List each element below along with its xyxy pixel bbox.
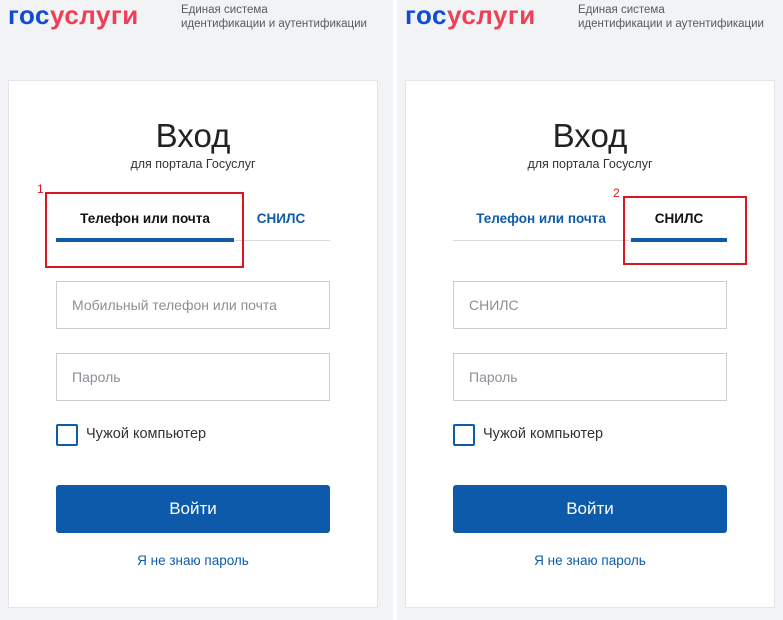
password-input[interactable] — [56, 353, 330, 401]
phone-or-email-input[interactable] — [56, 281, 330, 329]
foreign-computer-checkbox[interactable] — [453, 424, 475, 446]
annotation-highlight-box-2 — [623, 196, 747, 265]
esia-tagline: Единая система идентификации и аутентифи… — [578, 3, 764, 31]
esia-tagline: Единая система идентификации и аутентифи… — [181, 3, 367, 31]
annotation-number-2: 2 — [613, 186, 620, 200]
foreign-computer-label[interactable]: Чужой компьютер — [483, 425, 603, 443]
foreign-computer-label[interactable]: Чужой компьютер — [86, 425, 206, 443]
gosuslugi-logo[interactable]: госуслуги — [8, 0, 139, 30]
page-title: Вход — [552, 117, 628, 154]
tagline-line-1: Единая система — [578, 4, 665, 16]
page-subtitle: для портала Госуслуг — [527, 157, 653, 171]
tagline-line-2: идентификации и аутентификации — [578, 18, 764, 30]
snils-input[interactable] — [453, 281, 727, 329]
tagline-line-2: идентификации и аутентификации — [181, 18, 367, 30]
logo-part-gos: гос — [405, 0, 447, 30]
login-panel-phone-email: госуслуги Единая система идентификации и… — [0, 0, 393, 620]
login-panel-snils: госуслуги Единая система идентификации и… — [397, 0, 783, 620]
logo-part-uslugi: услуги — [447, 0, 536, 30]
forgot-password-link[interactable]: Я не знаю пароль — [9, 553, 377, 569]
foreign-computer-checkbox[interactable] — [56, 424, 78, 446]
annotation-number-1: 1 — [37, 182, 44, 196]
tab-phone-or-email[interactable]: Телефон или почта — [453, 206, 629, 240]
forgot-password-link[interactable]: Я не знаю пароль — [406, 553, 774, 569]
gosuslugi-logo[interactable]: госуслуги — [405, 0, 536, 30]
login-card: Вход для портала Госуслуг Телефон или по… — [8, 80, 378, 608]
annotation-highlight-box-1 — [45, 192, 244, 268]
page-subtitle: для портала Госуслуг — [130, 157, 256, 171]
logo-part-gos: гос — [8, 0, 50, 30]
login-button[interactable]: Войти — [453, 485, 727, 533]
login-card: Вход для портала Госуслуг Телефон или по… — [405, 80, 775, 608]
tagline-line-1: Единая система — [181, 4, 268, 16]
tab-snils[interactable]: СНИЛС — [246, 206, 316, 240]
password-input[interactable] — [453, 353, 727, 401]
login-button[interactable]: Войти — [56, 485, 330, 533]
logo-part-uslugi: услуги — [50, 0, 139, 30]
page-title: Вход — [155, 117, 231, 154]
screenshot-composite: госуслуги Единая система идентификации и… — [0, 0, 783, 620]
